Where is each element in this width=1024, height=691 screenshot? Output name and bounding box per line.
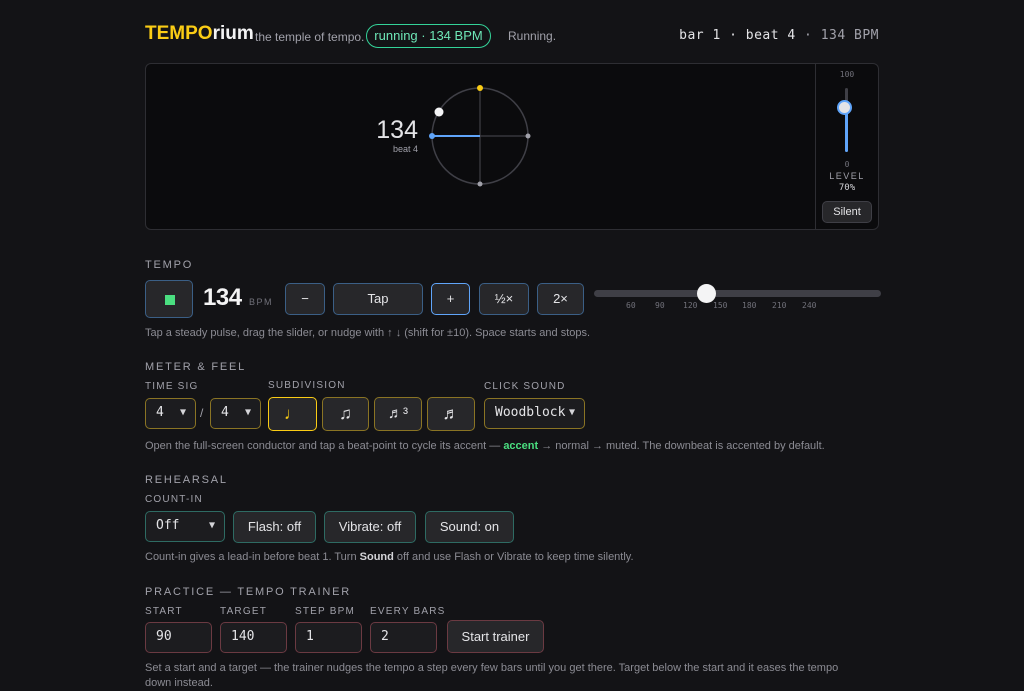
subdivision-triplet-button[interactable]: ♬³ (374, 397, 422, 431)
beat-point-2[interactable] (525, 133, 531, 139)
sixteenth-notes-icon: ♬ (442, 404, 460, 423)
time-sig-label: TIME SIG (145, 381, 199, 392)
meter-hint-accent: accent (503, 440, 539, 452)
chevron-down-icon: ▼ (568, 407, 575, 418)
half-tempo-button[interactable]: ½× (479, 283, 529, 315)
start-stop-button[interactable] (145, 280, 193, 318)
trainer-start-label: START (145, 606, 183, 617)
rehearsal-hint-part1: Count-in gives a lead-in before beat 1. … (145, 551, 360, 563)
level-label: LEVEL (829, 171, 865, 181)
tap-tempo-button[interactable]: Tap (333, 283, 423, 315)
level-slider-thumb[interactable] (837, 99, 852, 115)
tick-label: 60 (626, 301, 636, 310)
time-sig-beats-select[interactable]: 4 ▼ (145, 398, 196, 429)
beats-value: 4 (156, 405, 164, 420)
beat-point-4-active[interactable] (429, 133, 435, 139)
running-status-pill: running · 134 BPM (366, 24, 491, 48)
tempo-hint: Tap a steady pulse, drag the slider, or … (145, 327, 591, 339)
stage-bpm-number: 134 (376, 116, 418, 144)
count-in-value: Off (156, 518, 180, 533)
click-sound-select[interactable]: Woodblock ▼ (484, 398, 585, 429)
click-sound-value: Woodblock (495, 405, 566, 420)
sound-toggle[interactable]: Sound: on (425, 511, 514, 543)
bar-beat-readout: bar 1 · beat 4 · 134 BPM (679, 28, 879, 43)
silent-button[interactable]: Silent (822, 201, 872, 223)
tempo-slider-ticks: 60 90 120 150 180 210 240 (594, 301, 881, 313)
vibrate-toggle[interactable]: Vibrate: off (324, 511, 416, 543)
quarter-note-icon: ♩ (284, 404, 301, 423)
trainer-every-value: 2 (381, 629, 389, 644)
triplet-notes-icon: ♬³ (388, 405, 408, 422)
eighth-notes-icon: ♫ (339, 404, 352, 423)
running-status-text: Running. (508, 29, 557, 43)
chevron-down-icon: ▼ (244, 407, 251, 418)
trainer-start-input[interactable]: 90 (145, 622, 212, 653)
flash-toggle[interactable]: Flash: off (233, 511, 316, 543)
beat-point-3[interactable] (477, 181, 483, 187)
section-rehearsal: REHEARSAL (145, 474, 228, 486)
time-sig-unit-select[interactable]: 4 ▼ (210, 398, 261, 429)
pendulum-ball (434, 107, 444, 117)
stop-icon (165, 295, 175, 305)
tagline: the temple of tempo. (255, 30, 365, 44)
level-max-label: 100 (839, 70, 855, 79)
logo-rium: rium (212, 23, 254, 44)
count-in-label: COUNT-IN (145, 494, 203, 505)
click-sound-label: CLICK SOUND (484, 381, 566, 392)
trainer-every-label: EVERY BARS (370, 606, 446, 617)
beat-point-1-accent[interactable] (477, 85, 483, 91)
meter-hint-part1: Open the full-screen conductor and tap a… (145, 440, 504, 452)
tick-label: 180 (742, 301, 757, 310)
tick-label: 90 (655, 301, 665, 310)
tick-label: 210 (772, 301, 787, 310)
chevron-down-icon: ▼ (208, 520, 215, 531)
tempo-decrease-button[interactable]: − (285, 283, 325, 315)
app-logo: TEMPOrium (145, 23, 254, 45)
section-meter: METER & FEEL (145, 361, 247, 373)
logo-tempo: TEMPO (145, 23, 213, 44)
trainer-target-input[interactable]: 140 (220, 622, 287, 653)
subdivision-quarter-button[interactable]: ♩ (268, 397, 317, 431)
rehearsal-hint-part2: off and use Flash or Vibrate to keep tim… (393, 551, 634, 563)
meter-hint: Open the full-screen conductor and tap a… (145, 440, 825, 452)
stage-divider (815, 64, 816, 229)
start-trainer-button[interactable]: Start trainer (447, 620, 544, 653)
rehearsal-hint-bold: Sound (359, 551, 394, 563)
section-tempo: TEMPO (145, 259, 194, 271)
double-tempo-button[interactable]: 2× (537, 283, 584, 315)
chevron-down-icon: ▼ (179, 407, 186, 418)
subdivision-eighth-button[interactable]: ♫ (322, 397, 369, 431)
stage-beat-label: beat 4 (392, 144, 418, 154)
bar-beat-text: bar 1 · beat 4 (679, 28, 796, 43)
trainer-every-input[interactable]: 2 (370, 622, 437, 653)
tick-label: 240 (802, 301, 817, 310)
tick-label: 150 (713, 301, 728, 310)
level-value: 70% (838, 183, 856, 193)
trainer-step-label: STEP BPM (295, 606, 355, 617)
trainer-start-value: 90 (156, 629, 172, 644)
tempo-slider-track[interactable] (594, 284, 881, 303)
practice-hint: Set a start and a target — the trainer n… (145, 662, 839, 689)
meter-hint-part2: → normal → muted. The downbeat is accent… (538, 440, 825, 452)
readout-separator: · (804, 28, 813, 43)
readout-bpm: 134 BPM (820, 28, 879, 43)
subdivision-sixteenth-button[interactable]: ♬ (427, 397, 475, 431)
tempo-bpm-value: 134 (203, 284, 242, 311)
tempo-increase-button[interactable]: + (431, 283, 470, 315)
unit-value: 4 (221, 405, 229, 420)
time-sig-slash: / (200, 406, 204, 420)
rehearsal-hint: Count-in gives a lead-in before beat 1. … (145, 551, 634, 563)
trainer-target-label: TARGET (220, 606, 268, 617)
level-slider-track[interactable] (837, 88, 852, 152)
section-practice: PRACTICE — TEMPO TRAINER (145, 586, 351, 598)
subdivision-label: SUBDIVISION (268, 380, 346, 391)
count-in-select[interactable]: Off ▼ (145, 511, 225, 542)
tick-label: 120 (683, 301, 698, 310)
trainer-target-value: 140 (231, 629, 255, 644)
conductor-beat-circle[interactable] (420, 78, 542, 196)
trainer-step-input[interactable]: 1 (295, 622, 362, 653)
trainer-step-value: 1 (306, 629, 314, 644)
level-min-label: 0 (844, 160, 850, 169)
tempo-bpm-unit: BPM (249, 297, 274, 307)
